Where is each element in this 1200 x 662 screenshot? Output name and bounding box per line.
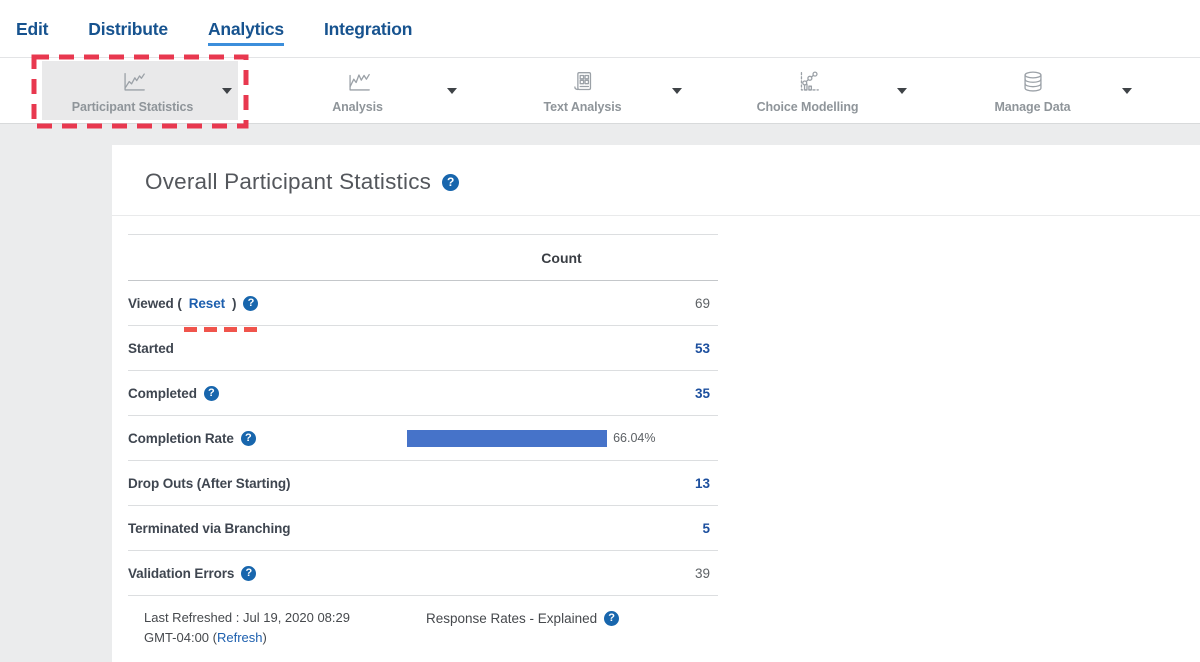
count-value-drop-outs: 13 — [405, 476, 718, 491]
viewed-help-icon[interactable]: ? — [243, 296, 258, 311]
analytics-toolbar: Participant Statistics Analysis — [0, 57, 1200, 124]
completed-label: Completed — [128, 386, 197, 401]
title-help-icon[interactable]: ? — [442, 174, 459, 191]
count-column-header: Count — [405, 250, 718, 266]
last-refreshed: Last Refreshed : Jul 19, 2020 08:29 GMT-… — [144, 608, 424, 648]
document-grid-icon — [568, 68, 598, 96]
database-icon — [1018, 68, 1048, 96]
table-header-row: Count — [128, 234, 718, 281]
viewed-label-suffix: ) — [232, 296, 236, 311]
nav-item-edit[interactable]: Edit — [16, 19, 48, 46]
toolbar-item-choice-modelling[interactable]: Choice Modelling — [695, 58, 920, 123]
nav-item-analytics[interactable]: Analytics — [208, 19, 284, 46]
toolbar-item-label: Manage Data — [994, 100, 1070, 114]
table-row-drop-outs: Drop Outs (After Starting) 13 — [128, 461, 718, 506]
row-label-started: Started — [128, 341, 405, 356]
toolbar-item-label: Participant Statistics — [72, 100, 193, 114]
completion-rate-percent: 66.04% — [613, 431, 655, 445]
drop-outs-label: Drop Outs (After Starting) — [128, 476, 290, 491]
count-value-validation-errors: 39 — [405, 566, 718, 581]
started-label: Started — [128, 341, 174, 356]
terminated-label: Terminated via Branching — [128, 521, 290, 536]
dropdown-caret-icon[interactable] — [1122, 88, 1132, 94]
nav-item-integration[interactable]: Integration — [324, 19, 412, 46]
dropdown-caret-icon[interactable] — [897, 88, 907, 94]
row-label-viewed: Viewed ( Reset ) ? — [128, 296, 405, 311]
row-label-completed: Completed ? — [128, 386, 405, 401]
line-chart-icon — [118, 68, 148, 96]
toolbar-item-analysis[interactable]: Analysis — [245, 58, 470, 123]
table-row-started: Started 53 — [128, 326, 718, 371]
scatter-chart-icon — [793, 68, 823, 96]
reset-link[interactable]: Reset — [189, 296, 225, 311]
completed-help-icon[interactable]: ? — [204, 386, 219, 401]
row-label-drop-outs: Drop Outs (After Starting) — [128, 476, 405, 491]
completion-rate-bar — [407, 430, 607, 447]
title-row: Overall Participant Statistics ? — [112, 145, 1200, 195]
top-nav: Edit Distribute Analytics Integration — [0, 0, 1200, 57]
count-value-viewed: 69 — [405, 296, 718, 311]
table-footer: Last Refreshed : Jul 19, 2020 08:29 GMT-… — [144, 608, 734, 648]
validation-errors-help-icon[interactable]: ? — [241, 566, 256, 581]
count-value-terminated: 5 — [405, 521, 718, 536]
content-panel: Overall Participant Statistics ? Count V… — [112, 145, 1200, 662]
annotation-dashed-underline — [184, 327, 258, 332]
count-value-started: 53 — [405, 341, 718, 356]
completion-rate-label: Completion Rate — [128, 431, 234, 446]
completion-rate-bar-track: 66.04% — [407, 430, 710, 447]
refresh-link[interactable]: Refresh — [217, 630, 263, 645]
table-row-completed: Completed ? 35 — [128, 371, 718, 416]
completion-rate-cell: 66.04% — [405, 430, 718, 447]
completion-rate-help-icon[interactable]: ? — [241, 431, 256, 446]
table-row-terminated: Terminated via Branching 5 — [128, 506, 718, 551]
toolbar-item-label: Choice Modelling — [757, 100, 859, 114]
dropdown-caret-icon[interactable] — [222, 88, 232, 94]
last-refreshed-line1: Last Refreshed : Jul 19, 2020 08:29 — [144, 610, 350, 625]
last-refreshed-line2-prefix: GMT-04:00 ( — [144, 630, 217, 645]
response-rates-explained: Response Rates - Explained ? — [426, 608, 619, 628]
toolbar-item-participant-statistics[interactable]: Participant Statistics — [20, 58, 245, 123]
toolbar-item-text-analysis[interactable]: Text Analysis — [470, 58, 695, 123]
viewed-label-prefix: Viewed ( — [128, 296, 182, 311]
last-refreshed-line2-suffix: ) — [263, 630, 267, 645]
response-rates-help-icon[interactable]: ? — [604, 611, 619, 626]
row-label-terminated: Terminated via Branching — [128, 521, 405, 536]
count-value-completed: 35 — [405, 386, 718, 401]
dropdown-caret-icon[interactable] — [447, 88, 457, 94]
title-divider — [112, 215, 1200, 216]
nav-item-distribute[interactable]: Distribute — [88, 19, 168, 46]
validation-errors-label: Validation Errors — [128, 566, 234, 581]
row-label-completion-rate: Completion Rate ? — [128, 431, 405, 446]
page-title: Overall Participant Statistics — [145, 169, 431, 195]
table-row-validation-errors: Validation Errors ? 39 — [128, 551, 718, 596]
response-rates-label: Response Rates - Explained — [426, 611, 597, 626]
row-label-validation-errors: Validation Errors ? — [128, 566, 405, 581]
toolbar-item-manage-data[interactable]: Manage Data — [920, 58, 1145, 123]
toolbar-item-label: Analysis — [332, 100, 383, 114]
dropdown-caret-icon[interactable] — [672, 88, 682, 94]
table-row-viewed: Viewed ( Reset ) ? 69 — [128, 281, 718, 326]
table-row-completion-rate: Completion Rate ? 66.04% — [128, 416, 718, 461]
toolbar-item-label: Text Analysis — [544, 100, 622, 114]
participant-stats-table: Count Viewed ( Reset ) ? 69 Started 53 C… — [128, 234, 718, 648]
zigzag-chart-icon — [343, 68, 373, 96]
